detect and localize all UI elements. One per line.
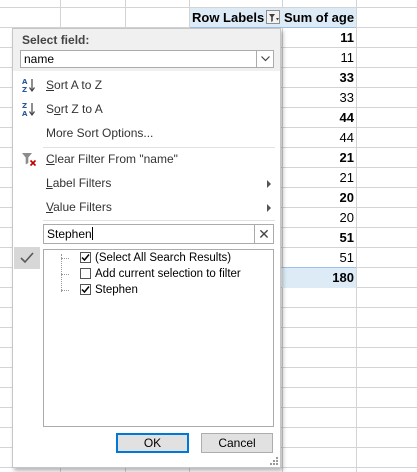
value-cell[interactable]: 21 <box>282 148 356 168</box>
grand-total-cell[interactable]: 180 <box>282 267 356 288</box>
sort-ascending-icon: A Z <box>21 77 37 94</box>
tree-connector <box>61 290 69 291</box>
value-cell[interactable]: 21 <box>282 168 356 188</box>
resize-grip-icon[interactable] <box>270 457 278 465</box>
svg-text:A: A <box>22 78 28 86</box>
gridline <box>356 0 357 472</box>
sort-az-label: ort A to Z <box>54 78 103 92</box>
svg-text:A: A <box>22 110 28 117</box>
menu-separator <box>43 220 275 221</box>
svg-text:Z: Z <box>22 102 27 110</box>
checkbox-add-to-filter[interactable] <box>80 268 91 279</box>
sort-za-accel: o <box>54 102 61 116</box>
label-filters-label: abel Filters <box>52 176 112 190</box>
value-cell[interactable]: 44 <box>282 128 356 148</box>
field-select-value: name <box>24 52 55 66</box>
value-cell[interactable]: 20 <box>282 188 356 208</box>
more-sort-options-item[interactable]: More Sort Options... <box>13 122 280 144</box>
text-caret <box>91 227 93 240</box>
value-filters-item[interactable]: Value Filters <box>13 196 280 218</box>
more-sort-options-label: More Sort Options... <box>46 126 154 140</box>
sort-a-to-z-item[interactable]: A Z Sort A to Z <box>13 74 280 96</box>
clear-filter-accel: C <box>46 152 55 166</box>
checkbox-stephen[interactable] <box>80 284 91 295</box>
filter-dropdown-button[interactable] <box>266 10 280 24</box>
value-cell[interactable]: 33 <box>282 88 356 108</box>
list-item-label: Add current selection to filter <box>95 268 241 280</box>
list-item-label: Stephen <box>95 284 138 296</box>
search-input[interactable]: Stephen ✕ <box>43 224 274 244</box>
filter-values-list[interactable]: (Select All Search Results) Add current … <box>43 249 274 427</box>
checkmark-icon <box>14 247 40 269</box>
submenu-arrow-icon <box>267 180 271 188</box>
list-item-label: (Select All Search Results) <box>95 252 232 264</box>
value-cell[interactable]: 20 <box>282 208 356 228</box>
field-select-dropdown[interactable]: name <box>20 50 274 68</box>
sort-descending-icon: Z A <box>21 101 37 118</box>
select-field-label: Select field: <box>22 33 90 47</box>
value-cell[interactable]: 51 <box>282 228 356 248</box>
checkbox-select-all[interactable] <box>80 252 91 263</box>
clear-filter-item[interactable]: Clear Filter From "name" <box>13 148 280 170</box>
sort-az-accel: S <box>46 78 55 92</box>
close-icon[interactable]: ✕ <box>254 225 273 243</box>
row-labels-header-text: Row Labels <box>192 10 265 25</box>
value-cell[interactable]: 44 <box>282 108 356 128</box>
value-cell[interactable]: 33 <box>282 68 356 88</box>
value-cell[interactable]: 11 <box>282 28 356 48</box>
tree-connector <box>61 254 62 292</box>
label-filters-item[interactable]: Label Filters <box>13 172 280 194</box>
sort-za-label: rt Z to A <box>60 102 103 116</box>
sum-of-age-header[interactable]: Sum of age <box>282 8 356 28</box>
row-labels-header[interactable]: Row Labels <box>190 8 282 28</box>
svg-text:Z: Z <box>22 86 27 93</box>
filter-dropdown-icon <box>269 14 279 22</box>
ok-button[interactable]: OK <box>116 433 189 453</box>
clear-filter-label: lear Filter From "name" <box>54 152 178 166</box>
chevron-down-icon[interactable] <box>256 51 273 67</box>
select-field-header: Select field: name <box>13 29 280 71</box>
tree-connector <box>61 274 69 275</box>
tree-connector <box>61 258 69 259</box>
label-filters-accel: L <box>46 176 53 190</box>
sort-z-to-a-item[interactable]: Z A Sort Z to A <box>13 98 280 120</box>
value-filters-label: alue Filters <box>53 200 112 214</box>
search-input-value: Stephen <box>47 227 92 241</box>
autofilter-dropdown-panel: Select field: name A Z Sort A to Z Z A S… <box>12 28 281 468</box>
clear-filter-icon <box>21 151 37 167</box>
value-cell[interactable]: 51 <box>282 248 356 268</box>
submenu-arrow-icon <box>267 204 271 212</box>
sort-za-accel-pre: S <box>46 102 55 116</box>
cancel-button[interactable]: Cancel <box>201 433 273 453</box>
value-cell[interactable]: 11 <box>282 48 356 68</box>
